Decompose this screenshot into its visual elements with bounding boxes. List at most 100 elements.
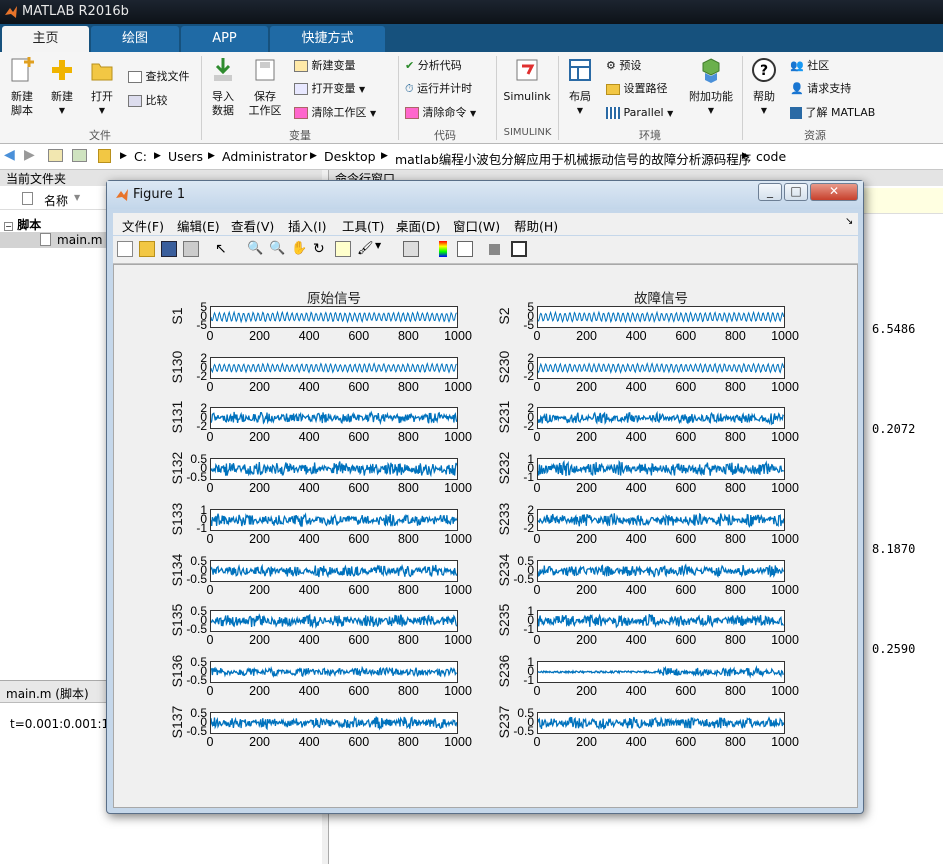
pointer-icon[interactable]: ↖ [215,241,231,257]
path-segment[interactable]: Administrator [222,149,307,164]
x-tick-label: 400 [298,481,320,496]
open-file-icon[interactable] [139,241,155,257]
run-and-time-button[interactable]: ⏱ 运行并计时 [405,82,472,96]
tab-apps[interactable]: APP [181,26,268,52]
show-plot-tools-icon[interactable] [511,241,527,257]
editor-code[interactable]: t=0.001:0.001:1; [10,717,113,731]
pan-icon[interactable]: ✋ [291,241,307,257]
subplot-axes-S130[interactable] [210,356,458,379]
learn-matlab-button[interactable]: 了解 MATLAB [790,106,875,120]
x-tick-label: 600 [675,531,697,546]
tab-home[interactable]: 主页 [2,26,89,52]
request-support-button[interactable]: 👤 请求支持 [790,82,851,96]
new-button[interactable]: 新建 ▼ [46,56,78,118]
menu-file[interactable]: 文件(F) [122,216,164,235]
subplot-axes-S1[interactable] [210,306,458,328]
menu-window[interactable]: 窗口(W) [453,216,500,235]
group-scripts[interactable]: − 脚本 [4,216,41,233]
subplot-axes-S134[interactable] [210,559,458,582]
clear-commands-button[interactable]: 清除命令 ▼ [405,106,476,121]
subplot-axes-S234[interactable] [537,559,785,582]
dock-arrow-icon[interactable]: ↘ [845,216,853,227]
subplot-axes-S231[interactable] [537,407,785,430]
rotate-icon[interactable]: ↻ [313,241,329,257]
menu-insert[interactable]: 插入(I) [288,216,326,235]
subplot-axes-S137[interactable] [210,711,458,734]
menu-desktop[interactable]: 桌面(D) [396,216,440,235]
path-segment[interactable]: Desktop [324,149,376,164]
zoom-in-icon[interactable]: 🔍 [247,241,263,257]
subplot-axes-S232[interactable] [537,458,785,481]
preferences-button[interactable]: ⚙ 预设 [606,59,641,73]
tab-plots[interactable]: 绘图 [91,26,179,52]
layout-button[interactable]: 布局 ▼ [564,56,596,118]
collapse-icon[interactable]: − [4,222,13,231]
simulink-button[interactable]: Simulink [502,56,552,104]
x-tick-label: 200 [249,379,271,394]
open-button[interactable]: 打开 ▼ [86,56,118,118]
figure-menubar: 文件(F) 编辑(E) 查看(V) 插入(I) 工具(T) 桌面(D) 窗口(W… [113,213,858,235]
path-segment[interactable]: C: [134,149,147,164]
browse-folder-icon[interactable] [72,149,87,162]
subplot-axes-S133[interactable] [210,508,458,531]
subplot-axes-S235[interactable] [537,610,785,633]
subplot-axes-S233[interactable] [537,508,785,531]
subplot-axes-S230[interactable] [537,356,785,379]
save-icon[interactable] [161,241,177,257]
path-segment[interactable]: Users [168,149,203,164]
subplot-axes-S2[interactable] [537,306,785,328]
parallel-button[interactable]: Parallel ▼ [606,106,673,121]
subplot-axes-S237[interactable] [537,711,785,734]
colorbar-icon[interactable] [439,241,447,257]
maximize-button[interactable]: □ [784,183,808,201]
help-button[interactable]: ? 帮助 ▼ [748,56,780,118]
zoom-out-icon[interactable]: 🔍 [269,241,285,257]
print-icon[interactable] [183,241,199,257]
legend-icon[interactable] [457,241,473,257]
chevron-down-icon[interactable]: ▼ [375,241,383,257]
subplot-axes-S131[interactable] [210,407,458,430]
subplot-axes-S136[interactable] [210,660,458,683]
up-folder-icon[interactable] [48,149,63,162]
x-tick-label: 200 [576,481,598,496]
community-button[interactable]: 👥 社区 [790,59,829,73]
set-path-button[interactable]: 设置路径 [606,82,668,96]
figure-titlebar[interactable]: Figure 1 _ □ ✕ [107,181,863,209]
import-data-button[interactable]: 导入 数据 [207,56,239,118]
x-tick-label: 800 [397,582,419,597]
find-files-button[interactable]: 查找文件 [128,70,190,84]
clear-workspace-label: 清除工作区 [311,106,367,119]
new-variable-button[interactable]: 新建变量 [294,59,356,73]
analyze-code-button[interactable]: ✔ 分析代码 [405,59,462,73]
forward-arrow-icon[interactable]: ▶ [24,147,35,163]
menu-view[interactable]: 查看(V) [231,216,274,235]
new-script-button[interactable]: 新建 脚本 [6,56,38,118]
x-tick-label: 200 [249,633,271,648]
link-plot-icon[interactable] [403,241,419,257]
menu-help[interactable]: 帮助(H) [514,216,558,235]
new-figure-icon[interactable] [117,241,133,257]
clear-workspace-button[interactable]: 清除工作区 ▼ [294,106,376,121]
x-tick-label: 0 [533,734,541,749]
data-cursor-icon[interactable] [335,241,351,257]
subplot-axes-S135[interactable] [210,610,458,633]
menu-tools[interactable]: 工具(T) [342,216,384,235]
subplot-axes-S132[interactable] [210,458,458,481]
compare-button[interactable]: 比较 [128,94,168,108]
path-segment[interactable]: code [756,149,786,164]
open-variable-button[interactable]: 打开变量 ▼ [294,82,365,97]
back-arrow-icon[interactable]: ◀ [4,147,15,163]
path-segment[interactable]: matlab编程小波包分解应用于机械振动信号的故障分析源码程序 [395,149,751,168]
ribbon-separator [201,56,202,140]
gear-icon: ⚙ [606,59,616,72]
menu-edit[interactable]: 编辑(E) [177,216,220,235]
figure-canvas[interactable]: 原始信号 故障信号 S1 5 0 -5 0 200 400 600 800 1000 S130 2 0-… [113,264,858,808]
addons-button[interactable]: 附加功能 ▼ [686,56,736,118]
close-button[interactable]: ✕ [810,183,858,201]
subplot-axes-S236[interactable] [537,660,785,683]
tab-shortcuts[interactable]: 快捷方式 [270,26,385,52]
minimize-button[interactable]: _ [758,183,782,201]
brush-icon[interactable]: 🖌 [357,241,374,257]
hide-plot-tools-icon[interactable] [489,244,500,255]
save-workspace-button[interactable]: 保存 工作区 [247,56,283,118]
